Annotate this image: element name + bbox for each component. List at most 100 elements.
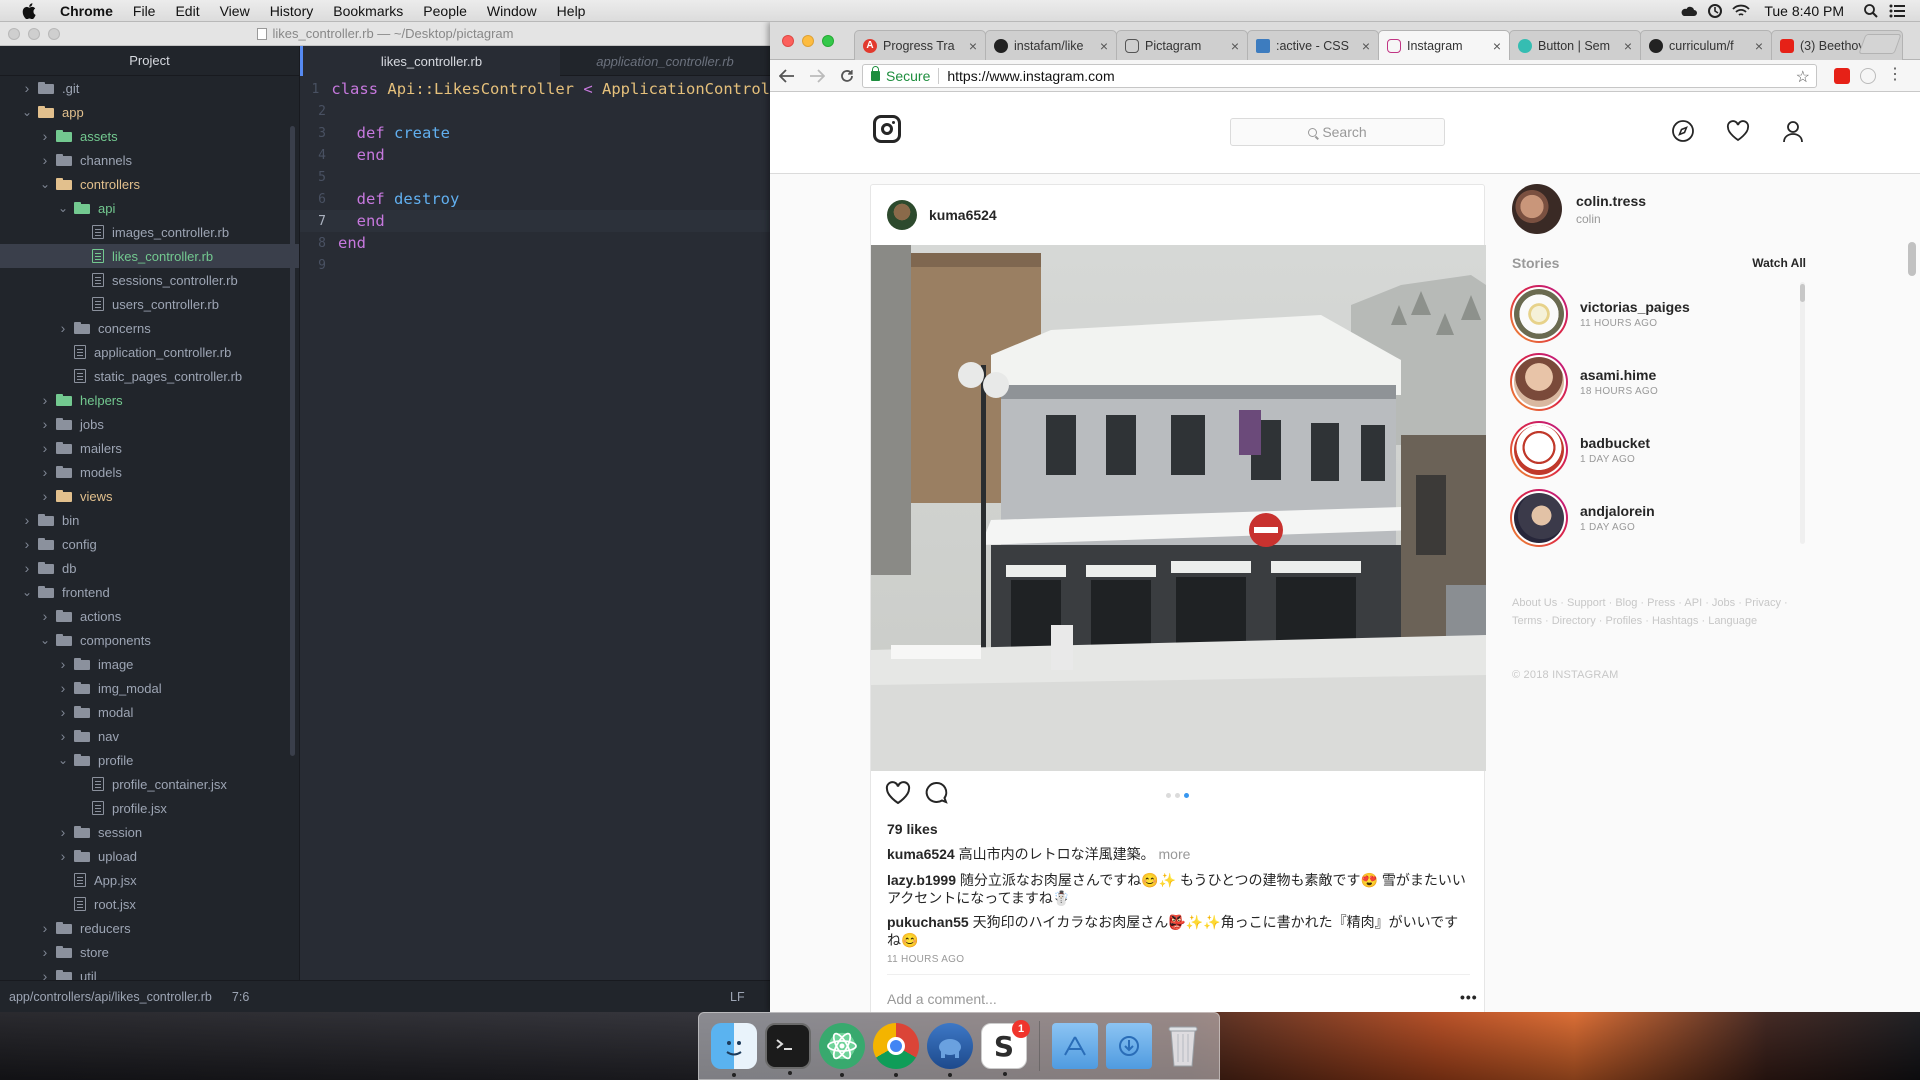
browser-tab[interactable]: curriculum/f × <box>1640 30 1772 60</box>
browser-tab[interactable]: Pictagram × <box>1116 30 1248 60</box>
tree-file[interactable]: static_pages_controller.rb <box>0 364 299 388</box>
comment-bubble-icon[interactable] <box>923 781 949 810</box>
tree-file[interactable]: sessions_controller.rb <box>0 268 299 292</box>
zoom-window-button[interactable] <box>822 35 834 47</box>
chevron-right-icon[interactable]: › <box>38 128 52 144</box>
menubar-clock[interactable]: Tue 8:40 PM <box>1754 3 1858 19</box>
chevron-right-icon[interactable]: › <box>38 152 52 168</box>
close-tab-icon[interactable]: × <box>1491 38 1503 54</box>
chevron-right-icon[interactable]: › <box>56 680 70 696</box>
chevron-right-icon[interactable]: › <box>38 608 52 624</box>
close-tab-icon[interactable]: × <box>1229 38 1241 54</box>
menu-edit[interactable]: Edit <box>165 3 209 19</box>
menu-people[interactable]: People <box>413 3 477 19</box>
tree-folder[interactable]: › config <box>0 532 299 556</box>
tree-folder[interactable]: › util <box>0 964 299 980</box>
close-tab-icon[interactable]: × <box>1753 38 1765 54</box>
story-avatar-ring[interactable] <box>1510 489 1568 547</box>
chevron-right-icon[interactable]: › <box>56 824 70 840</box>
instagram-logo-icon[interactable] <box>873 115 901 143</box>
chevron-right-icon[interactable]: › <box>56 320 70 336</box>
chevron-right-icon[interactable]: › <box>20 512 34 528</box>
code-line[interactable]: 4 end <box>300 144 770 166</box>
chevron-right-icon[interactable]: › <box>38 488 52 504</box>
tree-folder[interactable]: › store <box>0 940 299 964</box>
tree-folder[interactable]: › assets <box>0 124 299 148</box>
chrome-icon[interactable] <box>873 1023 919 1077</box>
close-tab-icon[interactable]: × <box>1360 38 1372 54</box>
close-window-button[interactable] <box>782 35 794 47</box>
finder-icon[interactable] <box>711 1023 757 1077</box>
activity-heart-icon[interactable] <box>1725 118 1751 144</box>
spotlight-icon[interactable] <box>1860 0 1882 22</box>
add-comment-input[interactable]: Add a comment... <box>887 991 997 1007</box>
chevron-down-icon[interactable]: ⌄ <box>20 105 34 119</box>
tree-folder[interactable]: › channels <box>0 148 299 172</box>
trash-icon[interactable] <box>1160 1023 1206 1069</box>
chevron-down-icon[interactable]: ⌄ <box>38 177 52 191</box>
tree-folder[interactable]: › image <box>0 652 299 676</box>
tree-folder[interactable]: › upload <box>0 844 299 868</box>
menu-help[interactable]: Help <box>547 3 596 19</box>
story-username[interactable]: victorias_paiges <box>1580 299 1690 315</box>
menu-bookmarks[interactable]: Bookmarks <box>323 3 413 19</box>
zoom-window-button[interactable] <box>48 28 60 40</box>
story-username[interactable]: asami.hime <box>1580 367 1658 383</box>
browser-tab[interactable]: Instagram × <box>1378 30 1510 61</box>
code-line[interactable]: 1 class Api::LikesController < Applicatio… <box>300 78 770 100</box>
current-user-username[interactable]: colin.tress <box>1576 193 1646 209</box>
tree-file[interactable]: App.jsx <box>0 868 299 892</box>
profile-user-icon[interactable] <box>1780 118 1806 144</box>
wifi-icon[interactable] <box>1730 0 1752 22</box>
code-line[interactable]: 9 <box>300 254 770 276</box>
tree-folder[interactable]: › session <box>0 820 299 844</box>
chevron-right-icon[interactable]: › <box>38 944 52 960</box>
browser-tab[interactable]: :active - CSS × <box>1247 30 1379 60</box>
tree-file[interactable]: profile.jsx <box>0 796 299 820</box>
menu-window[interactable]: Window <box>477 3 547 19</box>
tree-folder[interactable]: › img_modal <box>0 676 299 700</box>
post-author-username[interactable]: kuma6524 <box>929 207 997 223</box>
tab-application-controller[interactable]: application_controller.rb <box>560 46 770 76</box>
tree-file[interactable]: users_controller.rb <box>0 292 299 316</box>
terminal-icon[interactable] <box>765 1023 811 1075</box>
new-tab-button[interactable] <box>1858 34 1902 54</box>
tree-folder[interactable]: › nav <box>0 724 299 748</box>
caption-more-link[interactable]: more <box>1159 846 1191 862</box>
stories-scrollbar[interactable] <box>1800 282 1805 544</box>
tree-file[interactable]: root.jsx <box>0 892 299 916</box>
story-item[interactable]: andjalorein 1 DAY AGO <box>1510 484 1806 552</box>
code-line[interactable]: 2 <box>300 100 770 122</box>
close-tab-icon[interactable]: × <box>1098 38 1110 54</box>
tree-folder[interactable]: › mailers <box>0 436 299 460</box>
tree-folder[interactable]: › helpers <box>0 388 299 412</box>
close-tab-icon[interactable]: × <box>967 38 979 54</box>
chevron-right-icon[interactable]: › <box>56 704 70 720</box>
tab-likes-controller[interactable]: likes_controller.rb <box>300 46 560 76</box>
status-line-ending[interactable]: LF <box>730 990 745 1004</box>
tree-folder[interactable]: ⌄ controllers <box>0 172 299 196</box>
chevron-down-icon[interactable]: ⌄ <box>56 753 70 767</box>
post-photo[interactable] <box>871 245 1486 771</box>
comment-username[interactable]: lazy.b1999 <box>887 872 956 888</box>
caption-username[interactable]: kuma6524 <box>887 846 955 862</box>
story-username[interactable]: andjalorein <box>1580 503 1655 519</box>
explore-compass-icon[interactable] <box>1670 118 1696 144</box>
tree-folder[interactable]: › .git <box>0 76 299 100</box>
comment-username[interactable]: pukuchan55 <box>887 914 969 930</box>
chevron-right-icon[interactable]: › <box>56 728 70 744</box>
reload-icon[interactable] <box>832 68 862 84</box>
chevron-right-icon[interactable]: › <box>56 656 70 672</box>
cloud-app-icon[interactable] <box>1678 0 1700 22</box>
chevron-right-icon[interactable]: › <box>38 416 52 432</box>
tree-folder[interactable]: › models <box>0 460 299 484</box>
menu-file[interactable]: File <box>123 3 166 19</box>
chevron-down-icon[interactable]: ⌄ <box>38 633 52 647</box>
chrome-menu-icon[interactable]: ⋮ <box>1887 67 1903 84</box>
post-timestamp[interactable]: 11 HOURS AGO <box>887 954 964 965</box>
time-machine-icon[interactable] <box>1704 0 1726 22</box>
youtube-extension-icon[interactable] <box>1834 68 1850 84</box>
sequel-pro-icon[interactable] <box>927 1023 973 1077</box>
tree-folder[interactable]: › jobs <box>0 412 299 436</box>
menu-history[interactable]: History <box>260 3 324 19</box>
